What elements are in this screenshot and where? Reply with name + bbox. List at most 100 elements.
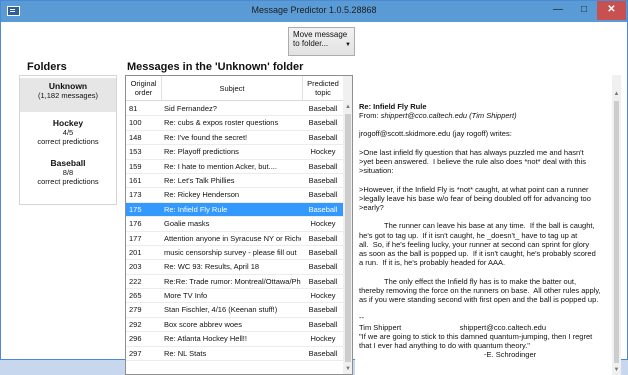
cell-topic: Hockey (310, 291, 336, 301)
folder-list: Unknown (1,182 messages) Hockey 4/5 corr… (19, 75, 117, 205)
cell-topic: Baseball (308, 348, 338, 358)
folder-count: (1,182 messages) (37, 91, 99, 100)
folder-score-label: correct predictions (37, 137, 99, 146)
cell-topic: Baseball (308, 161, 338, 171)
table-row[interactable]: 265 More TV Info Hockey (126, 289, 343, 304)
table-row[interactable]: 201 music censorship survey - please fill… (126, 246, 343, 261)
table-body: 81 Sid Fernandez? Baseball 100 Re: cubs & ex… (126, 102, 343, 362)
message-view: Re: Infield Fly Rule From: shippert@cco.… (355, 75, 621, 375)
window-title: Message Predictor 1.0.5.28868 (251, 5, 377, 15)
table-row[interactable]: 81 Sid Fernandez? Baseball (126, 102, 343, 117)
cell-order: 177 (129, 233, 142, 243)
table-row[interactable]: 292 Box score abbrev woes Baseball (126, 318, 343, 333)
message-subject: Re: Infield Fly Rule (359, 102, 427, 111)
column-header-order[interactable]: Original order (126, 76, 162, 101)
cell-topic: Baseball (308, 305, 338, 315)
cell-subject: Box score abbrev woes (164, 319, 242, 329)
column-header-topic[interactable]: Predicted topic (303, 76, 343, 101)
cell-order: 201 (129, 247, 142, 257)
cell-subject: Re: I've found the secret! (164, 132, 248, 142)
folder-name: Hockey (52, 118, 84, 128)
scroll-up-icon[interactable]: ▲ (612, 89, 621, 99)
table-row[interactable]: 148 Re: I've found the secret! Baseball (126, 131, 343, 146)
scroll-thumb[interactable] (345, 114, 351, 362)
column-header-subject[interactable]: Subject (162, 76, 303, 101)
table-row[interactable]: 203 Re: WC 93: Results, April 18 Baseball (126, 260, 343, 275)
cell-order: 100 (129, 118, 142, 128)
table-header: Original order Subject Predicted topic (126, 76, 343, 101)
cell-order: 148 (129, 132, 142, 142)
header-text: order (134, 88, 153, 97)
cell-topic: Baseball (308, 190, 338, 200)
cell-subject: Re: cubs & expos roster questions (164, 118, 279, 128)
cell-topic: Baseball (308, 175, 338, 185)
cell-topic: Baseball (308, 319, 338, 329)
cell-order: 173 (129, 190, 142, 200)
table-row[interactable]: 159 Re: I hate to mention Acker, but.... B… (126, 160, 343, 174)
folder-item-hockey[interactable]: Hockey 4/5 correct predictions (20, 118, 116, 152)
close-button[interactable]: ✕ (597, 1, 626, 20)
cell-subject: Re: Playoff predictions (164, 147, 239, 157)
cell-topic: Baseball (308, 233, 338, 243)
cell-topic: Hockey (310, 219, 336, 229)
cell-order: 81 (129, 104, 138, 113)
cell-order: 279 (129, 305, 142, 315)
table-row[interactable]: 176 Goalie masks Hockey (126, 217, 343, 232)
cell-order: 265 (129, 291, 142, 301)
cell-topic: Baseball (308, 118, 338, 128)
folder-score-label: correct predictions (37, 177, 99, 186)
scroll-thumb[interactable] (614, 101, 619, 363)
table-row[interactable]: 100 Re: cubs & expos roster questions Base… (126, 116, 343, 131)
table-row[interactable]: 296 Re: Atlanta Hockey Hell!! Hockey (126, 332, 343, 347)
cell-order: 176 (129, 219, 142, 229)
cell-subject: Re:Re: Trade rumor: Montreal/Ottawa/Phil… (164, 276, 301, 286)
title-bar[interactable]: Message Predictor 1.0.5.28868 — □ ✕ (1, 1, 627, 22)
folder-item-unknown[interactable]: Unknown (1,182 messages) (20, 78, 116, 112)
cell-subject: Sid Fernandez? (164, 104, 217, 113)
cell-topic: Hockey (310, 334, 336, 344)
maximize-button[interactable]: □ (571, 1, 597, 20)
table-scrollbar[interactable]: ▲ ▼ (343, 76, 352, 374)
cell-topic: Baseball (308, 104, 338, 113)
main-window: Message Predictor 1.0.5.28868 — □ ✕ Move… (0, 0, 628, 375)
table-row[interactable]: 177 Attention anyone in Syracuse NY or Ri… (126, 232, 343, 246)
message-content: Re: Infield Fly Rule From: shippert@cco.… (359, 102, 607, 359)
table-row[interactable]: 173 Re: Rickey Henderson Baseball (126, 188, 343, 203)
cell-subject: Re: I hate to mention Acker, but.... (164, 161, 277, 171)
header-text: Original (130, 79, 157, 88)
folder-name: Baseball (50, 158, 86, 168)
scroll-down-icon[interactable]: ▼ (612, 365, 621, 375)
cell-subject: Re: Rickey Henderson (164, 190, 240, 200)
cell-subject: Re: Atlanta Hockey Hell!! (164, 334, 247, 344)
scroll-down-icon[interactable]: ▼ (343, 364, 352, 374)
cell-subject: Attention anyone in Syracuse NY or Riche… (164, 233, 301, 243)
move-button-label-line1: Move message (293, 30, 348, 39)
cell-topic: Baseball (308, 247, 338, 257)
cell-topic: Baseball (308, 132, 338, 142)
cell-order: 175 (129, 204, 142, 214)
folder-item-baseball[interactable]: Baseball 8/8 correct predictions (20, 158, 116, 192)
cell-topic: Hockey (310, 147, 336, 157)
folders-heading: Folders (27, 61, 67, 73)
message-body: jrogoff@scott.skidmore.edu (jay rogoff) … (359, 129, 601, 360)
table-row[interactable]: 161 Re: Let's Talk Phillies Baseball (126, 174, 343, 189)
cell-order: 159 (129, 161, 142, 171)
message-from: From: shippert@cco.caltech.edu (Tim Ship… (359, 111, 607, 120)
minimize-button[interactable]: — (545, 1, 571, 20)
table-row[interactable]: 297 Re: NL Stats Baseball (126, 347, 343, 362)
scroll-up-icon[interactable]: ▲ (343, 102, 352, 112)
table-row[interactable]: 222 Re:Re: Trade rumor: Montreal/Ottawa/P… (126, 275, 343, 290)
cell-order: 296 (129, 334, 142, 344)
move-message-button[interactable]: Move message to folder... ▼ (288, 27, 355, 56)
table-row[interactable]: 279 Stan Fischler, 4/16 (Keenan stuff!) Ba… (126, 303, 343, 318)
table-row[interactable]: 153 Re: Playoff predictions Hockey (126, 145, 343, 160)
cell-subject: Goalie masks (164, 219, 210, 229)
cell-subject: Re: NL Stats (164, 348, 207, 358)
folder-score: 8/8 (62, 168, 74, 177)
header-text: Predicted (307, 79, 339, 88)
message-scrollbar[interactable]: ▲ ▼ (612, 75, 621, 375)
cell-subject: Re: WC 93: Results, April 18 (164, 262, 260, 272)
table-row[interactable]: 175 Re: Infield Fly Rule Baseball (126, 202, 343, 218)
cell-subject: Re: Infield Fly Rule (164, 204, 228, 214)
folder-score: 4/5 (62, 128, 74, 137)
